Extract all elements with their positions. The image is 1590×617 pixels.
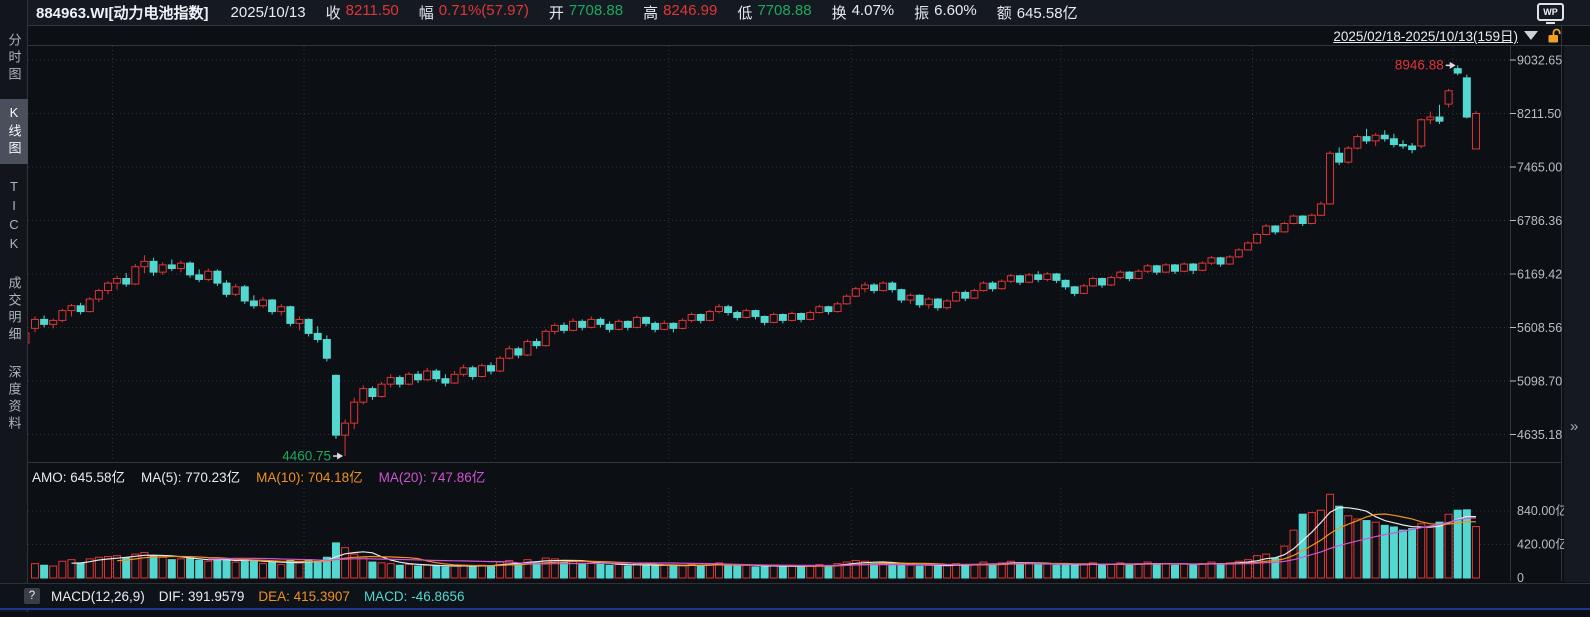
kline-chart-canvas[interactable]: 9032.65 8211.50 7465.00 6786.36 6169.42 5608.… bbox=[0, 0, 1590, 612]
sidebar-item-tick[interactable]: TICK bbox=[0, 173, 28, 261]
change-label: 幅 bbox=[419, 2, 434, 23]
sidebar-item-trade-detail[interactable]: 成交明细 bbox=[0, 270, 28, 350]
expand-panel-icon[interactable]: » bbox=[1570, 418, 1578, 435]
vol-ma10-value: MA(10): 704.18亿 bbox=[256, 466, 363, 486]
kline-chart[interactable]: 9032.65 8211.50 7465.00 6786.36 6169.42 5608.… bbox=[0, 0, 1590, 612]
macd-formula: MACD(12,26,9) bbox=[51, 589, 145, 604]
svg-text:9032.65: 9032.65 bbox=[1517, 54, 1562, 68]
open-value: 7708.88 bbox=[569, 2, 623, 23]
macd-value: MACD: -46.8656 bbox=[364, 589, 465, 604]
svg-text:4635.18: 4635.18 bbox=[1517, 428, 1562, 442]
svg-text:420.00亿: 420.00亿 bbox=[1517, 537, 1568, 552]
low-label: 低 bbox=[737, 2, 752, 23]
svg-text:7465.00: 7465.00 bbox=[1517, 161, 1562, 175]
date-range-band: 2025/02/18-2025/10/13(159日) bbox=[28, 25, 1590, 45]
amount-value: 645.58亿 bbox=[1017, 2, 1078, 23]
sidebar-item-kline[interactable]: K线图 bbox=[0, 99, 28, 164]
volume-indicator-row: AMO: 645.58亿 MA(5): 770.23亿 MA(10): 704.… bbox=[32, 466, 501, 486]
right-panel-strip: » bbox=[1564, 46, 1590, 582]
high-label: 高 bbox=[643, 2, 658, 23]
svg-text:4460.75: 4460.75 bbox=[282, 449, 331, 464]
svg-text:5608.56: 5608.56 bbox=[1517, 321, 1562, 335]
quote-date: 2025/10/13 bbox=[231, 4, 306, 21]
open-label: 开 bbox=[549, 2, 564, 23]
trading-app-window: 9032.65 8211.50 7465.00 6786.36 6169.42 5608.… bbox=[0, 0, 1590, 612]
amplitude-value: 6.60% bbox=[934, 2, 977, 23]
svg-text:840.00亿: 840.00亿 bbox=[1517, 503, 1568, 518]
vol-ma20-value: MA(20): 747.86亿 bbox=[379, 466, 486, 486]
close-label: 收 bbox=[326, 2, 341, 23]
svg-text:8946.88: 8946.88 bbox=[1395, 57, 1444, 72]
amplitude-label: 振 bbox=[914, 2, 929, 23]
vol-ma5-value: MA(5): 770.23亿 bbox=[141, 466, 240, 486]
turnover-label: 换 bbox=[832, 2, 847, 23]
unlock-icon[interactable] bbox=[1547, 28, 1560, 43]
sidebar: 分时图 K线图 TICK 成交明细 深度资料 bbox=[0, 0, 28, 612]
low-value: 7708.88 bbox=[757, 2, 811, 23]
macd-status-bar: ? MACD(12,26,9) DIF: 391.9579 DEA: 415.3… bbox=[0, 583, 1590, 610]
dea-value: DEA: 415.3907 bbox=[258, 589, 350, 604]
amo-value: AMO: 645.58亿 bbox=[32, 466, 125, 486]
quote-header: 884963.WI[动力电池指数] 2025/10/13 收8211.50 幅0… bbox=[28, 0, 1590, 25]
symbol-name: 884963.WI[动力电池指数] bbox=[36, 2, 209, 23]
high-value: 8246.99 bbox=[663, 2, 717, 23]
svg-text:8211.50: 8211.50 bbox=[1517, 107, 1561, 121]
svg-text:6786.36: 6786.36 bbox=[1517, 214, 1562, 228]
sidebar-item-intraday[interactable]: 分时图 bbox=[0, 27, 28, 90]
amount-label: 额 bbox=[997, 2, 1012, 23]
dif-value: DIF: 391.9579 bbox=[159, 589, 245, 604]
chevron-down-icon[interactable] bbox=[1524, 31, 1538, 40]
help-icon[interactable]: ? bbox=[24, 588, 40, 604]
svg-text:6169.42: 6169.42 bbox=[1517, 268, 1562, 282]
turnover-value: 4.07% bbox=[852, 2, 895, 23]
close-value: 8211.50 bbox=[346, 2, 399, 23]
svg-text:5098.70: 5098.70 bbox=[1517, 374, 1562, 388]
wp-monitor-icon[interactable]: WP bbox=[1537, 3, 1564, 21]
change-value: 0.71%(57.97) bbox=[439, 2, 529, 23]
sidebar-item-depth-data[interactable]: 深度资料 bbox=[0, 359, 28, 439]
date-range-control[interactable]: 2025/02/18-2025/10/13(159日) bbox=[1333, 25, 1518, 45]
